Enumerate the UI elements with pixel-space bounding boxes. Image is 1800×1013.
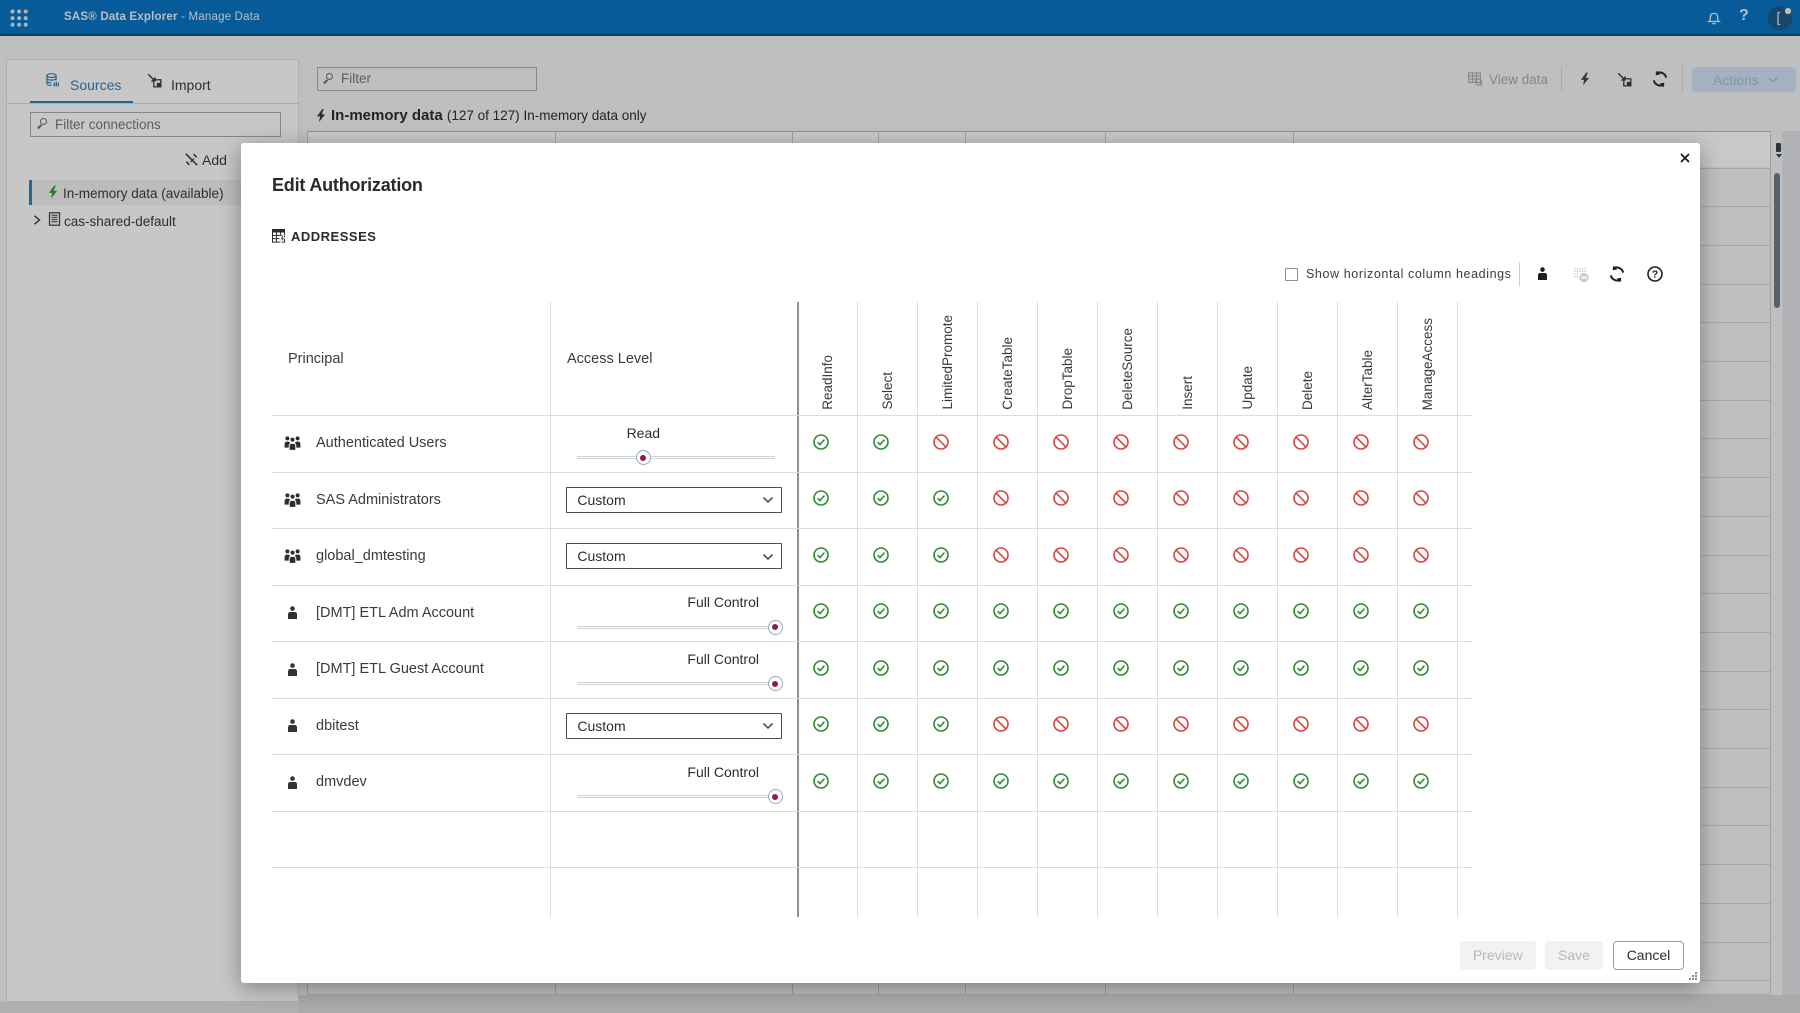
svg-text:?: ? <box>1652 269 1658 281</box>
